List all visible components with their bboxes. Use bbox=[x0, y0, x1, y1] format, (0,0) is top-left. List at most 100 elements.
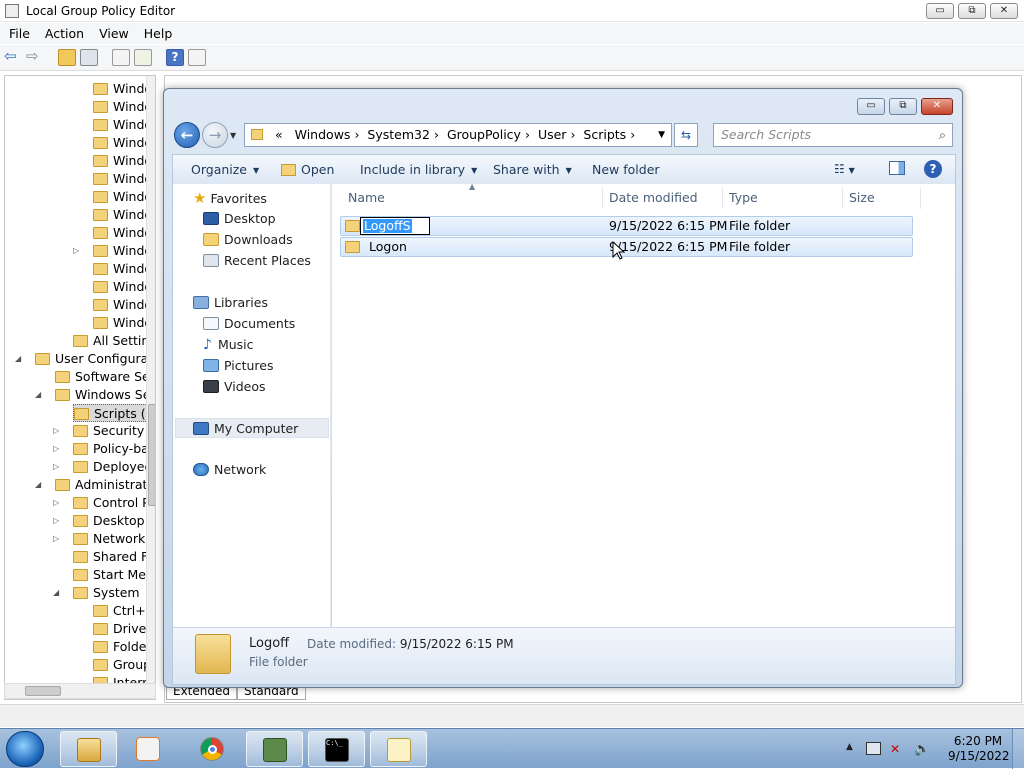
address-bar[interactable]: « Windows › System32 › GroupPolicy › User › … bbox=[244, 123, 672, 147]
tree-item[interactable]: ◢ Windows Settings bbox=[35, 386, 155, 404]
menu-view[interactable]: View bbox=[90, 23, 135, 41]
show-desktop-button[interactable] bbox=[1012, 729, 1024, 769]
refresh-icon[interactable]: ⇆ bbox=[674, 123, 698, 147]
expand-arrow-icon[interactable]: ▷ bbox=[53, 512, 63, 530]
help-icon[interactable]: ? bbox=[924, 160, 942, 178]
tree-item[interactable]: ▷ Network bbox=[53, 530, 145, 548]
breadcrumb-system32[interactable]: System32 bbox=[367, 127, 430, 142]
tree-item[interactable]: ▷Policy-based QoS bbox=[53, 440, 155, 458]
expand-arrow-icon[interactable]: ▷ bbox=[73, 242, 83, 260]
nav-pictures[interactable]: Pictures bbox=[203, 356, 274, 376]
tree-item[interactable]: Software Settings bbox=[55, 368, 155, 386]
column-separator[interactable] bbox=[920, 187, 921, 209]
change-view-icon[interactable]: ☷ ▼ bbox=[834, 162, 855, 176]
nav-network[interactable]: Network bbox=[193, 460, 266, 480]
tree-item[interactable]: ▷Control Panel bbox=[53, 494, 155, 512]
tree-item[interactable]: ◢ System bbox=[53, 584, 140, 602]
include-in-library-button[interactable]: Include in library ▼ bbox=[360, 162, 477, 177]
tree-item[interactable]: Scripts (Logon/Logoff) bbox=[73, 404, 155, 422]
tree-item[interactable]: ▷Security Settings bbox=[53, 422, 155, 440]
tree-item[interactable]: Start Menu and Taskbar bbox=[73, 566, 155, 584]
tree-item[interactable]: Shared Folders bbox=[73, 548, 155, 566]
collapse-arrow-icon[interactable]: ◢ bbox=[35, 386, 45, 404]
expand-arrow-icon[interactable]: ▷ bbox=[53, 494, 63, 512]
file-row-logoff[interactable]: LogoffS 9/15/2022 6:15 PM File folder bbox=[340, 216, 913, 236]
taskbar-notepad[interactable] bbox=[370, 731, 427, 767]
nav-downloads[interactable]: Downloads bbox=[203, 230, 293, 250]
taskbar-media-player[interactable] bbox=[120, 731, 177, 767]
nav-my-computer[interactable]: My Computer bbox=[175, 418, 329, 438]
restore-button[interactable]: ⧉ bbox=[958, 3, 986, 19]
open-button[interactable]: Open bbox=[281, 162, 334, 177]
back-arrow-icon[interactable]: ⇦ bbox=[4, 49, 22, 66]
tree-vertical-scrollbar[interactable] bbox=[146, 76, 155, 699]
explorer-minimize-button[interactable]: ▭ bbox=[857, 98, 885, 115]
forward-arrow-icon[interactable]: ⇨ bbox=[26, 49, 44, 66]
nav-favorites[interactable]: ★ Favorites bbox=[193, 188, 267, 208]
collapse-arrow-icon[interactable]: ◢ bbox=[53, 584, 63, 602]
collapse-arrow-icon[interactable]: ◢ bbox=[35, 476, 45, 494]
share-with-button[interactable]: Share with ▼ bbox=[493, 162, 572, 177]
taskbar-explorer[interactable] bbox=[60, 731, 117, 767]
volume-icon[interactable]: 🔈 bbox=[914, 742, 930, 757]
network-disconnected-icon[interactable]: ✕ bbox=[890, 742, 900, 756]
taskbar-cmd[interactable]: C:\_ bbox=[308, 731, 365, 767]
breadcrumb-overflow[interactable]: « bbox=[275, 127, 283, 142]
up-folder-icon[interactable] bbox=[58, 49, 76, 66]
column-separator[interactable] bbox=[722, 187, 723, 209]
new-folder-button[interactable]: New folder bbox=[592, 162, 660, 177]
show-hidden-icons-icon[interactable]: ▲ bbox=[846, 742, 853, 752]
organize-button[interactable]: Organize ▼ bbox=[191, 162, 259, 177]
nav-desktop[interactable]: Desktop bbox=[203, 209, 276, 229]
expand-arrow-icon[interactable]: ▷ bbox=[53, 458, 63, 476]
show-hide-tree-icon[interactable] bbox=[80, 49, 98, 66]
start-button[interactable] bbox=[6, 731, 44, 767]
explorer-close-button[interactable]: ✕ bbox=[921, 98, 953, 115]
scrollbar-thumb[interactable] bbox=[148, 404, 155, 506]
collapse-arrow-icon[interactable]: ◢ bbox=[15, 350, 25, 368]
breadcrumb-windows[interactable]: Windows bbox=[295, 127, 351, 142]
column-name[interactable]: Name bbox=[348, 184, 385, 212]
nav-libraries[interactable]: Libraries bbox=[193, 293, 268, 313]
nav-documents[interactable]: Documents bbox=[203, 314, 295, 334]
breadcrumb-scripts[interactable]: Scripts bbox=[583, 127, 626, 142]
file-row-logon[interactable]: Logon 9/15/2022 6:15 PM File folder bbox=[340, 237, 913, 257]
nav-videos[interactable]: Videos bbox=[203, 377, 266, 397]
tree-item[interactable]: ▷Deployed Printers bbox=[53, 458, 155, 476]
tree-item[interactable]: ◢ User Configuration bbox=[15, 350, 155, 368]
action-center-icon[interactable] bbox=[866, 742, 881, 755]
expand-arrow-icon[interactable]: ▷ bbox=[53, 440, 63, 458]
column-separator[interactable] bbox=[842, 187, 843, 209]
hscroll-thumb[interactable] bbox=[25, 686, 61, 696]
nav-music[interactable]: ♪ Music bbox=[203, 335, 254, 355]
expand-arrow-icon[interactable]: ▷ bbox=[53, 422, 63, 440]
back-button[interactable]: ← bbox=[174, 122, 200, 148]
address-dropdown-icon[interactable]: ▼ bbox=[658, 124, 665, 146]
export-list-icon[interactable] bbox=[134, 49, 152, 66]
expand-arrow-icon[interactable]: ▷ bbox=[53, 530, 63, 548]
clock[interactable]: 6:20 PM 9/15/2022 bbox=[948, 734, 1010, 764]
column-date-modified[interactable]: Date modified bbox=[609, 184, 698, 212]
tree-item[interactable]: ◢ Administrative Templates bbox=[35, 476, 155, 494]
minimize-button[interactable]: ▭ bbox=[926, 3, 954, 19]
taskbar-chrome[interactable] bbox=[184, 731, 241, 767]
search-icon[interactable]: ⌕ bbox=[939, 124, 946, 146]
column-type[interactable]: Type bbox=[729, 184, 758, 212]
breadcrumb-user[interactable]: User bbox=[538, 127, 567, 142]
breadcrumb-grouppolicy[interactable]: GroupPolicy bbox=[447, 127, 521, 142]
menu-help[interactable]: Help bbox=[135, 23, 179, 41]
properties-icon[interactable] bbox=[112, 49, 130, 66]
column-size[interactable]: Size bbox=[849, 184, 875, 212]
extended-view-icon[interactable] bbox=[188, 49, 206, 66]
taskbar-gpedit[interactable] bbox=[246, 731, 303, 767]
explorer-maximize-button[interactable]: ⧉ bbox=[889, 98, 917, 115]
tree-item[interactable]: All Settings bbox=[73, 332, 155, 350]
search-input[interactable]: Search Scripts ⌕ bbox=[713, 123, 953, 147]
tree-item[interactable]: ▷ Desktop bbox=[53, 512, 145, 530]
recent-pages-dropdown-icon[interactable]: ▼ bbox=[230, 131, 236, 140]
forward-button[interactable]: → bbox=[202, 122, 228, 148]
column-separator[interactable] bbox=[602, 187, 603, 209]
close-button[interactable]: ✕ bbox=[990, 3, 1018, 19]
help-icon[interactable]: ? bbox=[166, 49, 184, 66]
nav-recent-places[interactable]: Recent Places bbox=[203, 251, 311, 271]
